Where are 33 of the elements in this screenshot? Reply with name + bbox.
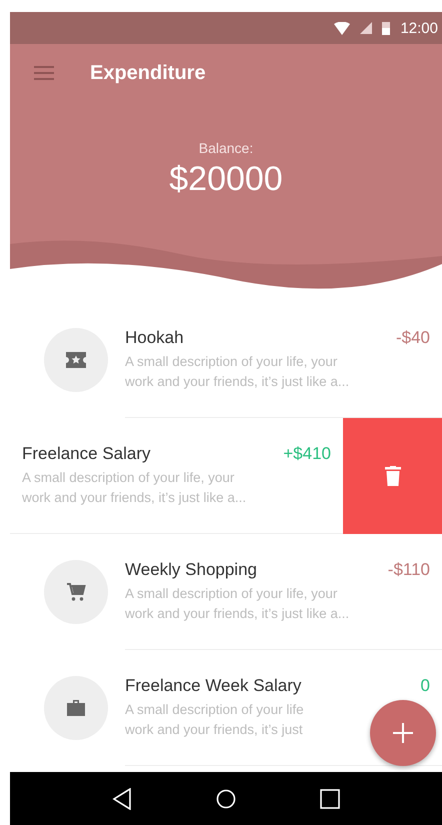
transaction-description: A small description of your life, your bbox=[125, 584, 338, 603]
transaction-description: work and your friends, it’s just like a... bbox=[22, 488, 246, 507]
ticket-star-icon bbox=[64, 351, 86, 369]
home-icon[interactable] bbox=[216, 788, 236, 808]
transaction-description: A small description of your life, your bbox=[22, 468, 234, 487]
briefcase-icon bbox=[66, 699, 86, 717]
transaction-amount: +$410 bbox=[283, 444, 331, 464]
transaction-amount: -$110 bbox=[388, 560, 430, 580]
transaction-title: Freelance Salary bbox=[22, 444, 151, 464]
cart-icon bbox=[66, 582, 86, 602]
balance-label: Balance: bbox=[198, 140, 254, 156]
transaction-description: work and your friends, it’s just like a... bbox=[125, 372, 350, 391]
transaction-amount: -$40 bbox=[396, 328, 430, 348]
trash-icon bbox=[384, 466, 400, 486]
balance-amount: $20000 bbox=[169, 160, 283, 199]
transaction-row[interactable]: Weekly Shopping -$110 A small description of your life, your work and your friends, it’s just like a... bbox=[125, 534, 442, 650]
transaction-title: Hookah bbox=[125, 328, 184, 348]
recents-icon[interactable] bbox=[320, 788, 340, 808]
status-time: 12:00 bbox=[400, 20, 438, 36]
transaction-title: Freelance Week Salary bbox=[125, 676, 302, 696]
add-button[interactable] bbox=[370, 700, 436, 766]
transaction-amount: 0 bbox=[420, 676, 430, 696]
plus-icon bbox=[393, 723, 413, 743]
transaction-description: A small description of your life, your bbox=[125, 352, 338, 371]
transaction-description: work and your friends, it’s just bbox=[125, 720, 303, 739]
battery-icon bbox=[382, 22, 390, 34]
transaction-title: Weekly Shopping bbox=[125, 560, 257, 580]
screen-title: Expenditure bbox=[90, 62, 206, 84]
transaction-description: A small description of your life bbox=[125, 700, 304, 719]
transaction-description: work and your friends, it’s just like a... bbox=[125, 604, 350, 623]
back-icon[interactable] bbox=[112, 788, 132, 810]
wifi-icon bbox=[334, 22, 350, 34]
signal-icon bbox=[360, 22, 372, 34]
